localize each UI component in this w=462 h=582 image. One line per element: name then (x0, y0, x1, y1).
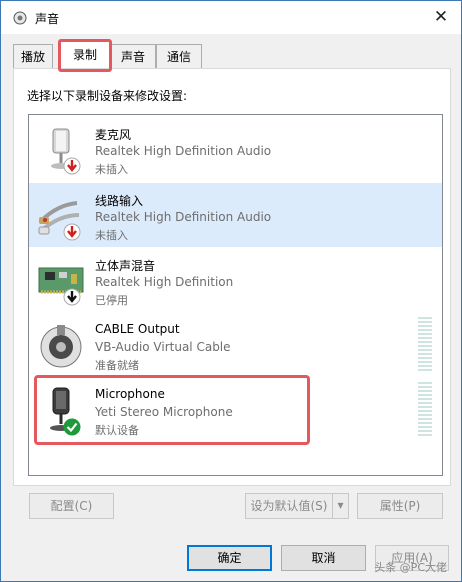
device-status: 未插入 (95, 163, 128, 176)
device-item-line-in[interactable]: 线路输入 Realtek High Definition Audio 未插入 (29, 183, 442, 247)
tab-highlight-box (58, 39, 112, 72)
tab-sounds[interactable]: 声音 (110, 44, 156, 68)
device-status: 准备就绪 (95, 359, 139, 372)
configure-button[interactable]: 配置(C) (29, 493, 114, 519)
red-down-arrow-icon (63, 157, 81, 175)
device-status: 未插入 (95, 229, 128, 242)
device-item-microphone-realtek[interactable]: 麦克风 Realtek High Definition Audio 未插入 (29, 117, 442, 181)
level-meter (418, 382, 432, 438)
red-down-arrow-icon (63, 223, 81, 241)
cancel-button[interactable]: 取消 (281, 545, 366, 571)
close-icon: ✕ (433, 7, 449, 27)
black-down-arrow-icon (63, 288, 81, 306)
cable-output-icon (40, 325, 82, 368)
device-description: Realtek High Definition Audio (95, 144, 272, 158)
set-default-button[interactable]: 设为默认值(S) (245, 493, 333, 519)
title-bar: 声音 ✕ (1, 1, 461, 34)
device-status: 已停用 (95, 294, 128, 307)
ok-button[interactable]: 确定 (187, 545, 272, 571)
properties-button[interactable]: 属性(P) (357, 493, 443, 519)
device-name: 立体声混音 (95, 259, 156, 273)
device-item-cable-output[interactable]: CABLE Output VB-Audio Virtual Cable 准备就绪 (29, 313, 442, 377)
device-name: CABLE Output (95, 322, 180, 336)
speaker-icon (13, 11, 27, 25)
sound-dialog: 声音 ✕ 播放 录制 声音 通信 选择以下录制设备来修改设置: 麦克风 Real (0, 0, 462, 582)
device-description: Realtek High Definition (95, 275, 234, 289)
close-button[interactable]: ✕ (427, 5, 455, 29)
device-highlight-box (34, 375, 310, 445)
tab-communications[interactable]: 通信 (156, 44, 202, 68)
set-default-dropdown[interactable]: ▾ (332, 493, 349, 519)
level-meter (418, 317, 432, 373)
watermark: 头条 @PC大佬 (374, 561, 447, 574)
window-title: 声音 (35, 12, 60, 26)
device-name: 线路输入 (95, 194, 144, 208)
instruction-text: 选择以下录制设备来修改设置: (27, 89, 188, 103)
device-description: Realtek High Definition Audio (95, 210, 272, 224)
chevron-down-icon: ▾ (337, 498, 344, 512)
device-name: 麦克风 (95, 128, 132, 142)
tab-playback[interactable]: 播放 (13, 44, 53, 68)
device-description: VB-Audio Virtual Cable (95, 340, 231, 354)
device-item-stereo-mix[interactable]: 立体声混音 Realtek High Definition 已停用 (29, 248, 442, 312)
